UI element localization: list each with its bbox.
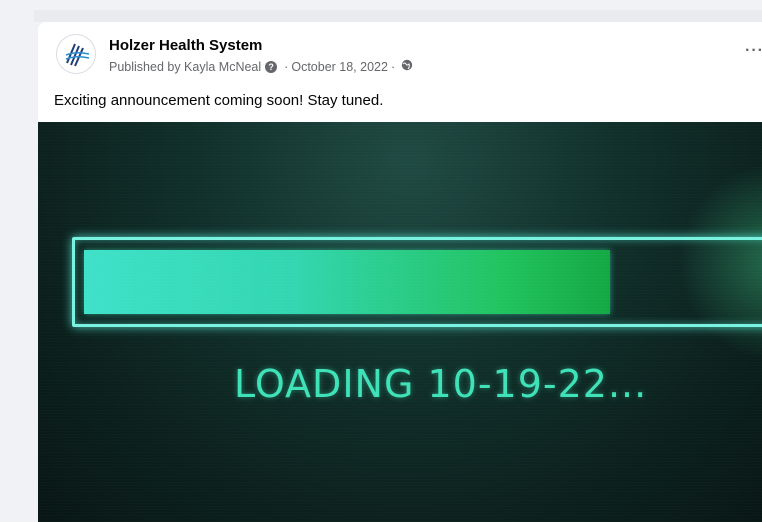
post-text: Exciting announcement coming soon! Stay … <box>54 92 384 109</box>
question-circle-icon[interactable]: ? <box>265 60 278 73</box>
page-name-link[interactable]: Holzer Health System <box>109 37 262 54</box>
post-meta: Published by Kayla McNeal ? · October 18… <box>109 59 413 74</box>
progress-bar-fill <box>84 250 610 314</box>
published-by-label[interactable]: Published by Kayla McNeal <box>109 60 261 74</box>
feed-divider <box>34 10 762 22</box>
more-options-button[interactable]: ··· <box>745 42 762 60</box>
post-card: Holzer Health System Published by Kayla … <box>38 22 762 522</box>
post-date-link[interactable]: October 18, 2022 <box>291 60 388 74</box>
meta-separator-2: · <box>390 59 396 74</box>
post-header: Holzer Health System Published by Kayla … <box>38 22 762 122</box>
globe-icon[interactable] <box>401 59 413 74</box>
page-avatar[interactable] <box>56 34 96 74</box>
loading-text: LOADING 10-19-22... <box>234 362 648 406</box>
post-image[interactable]: LOADING 10-19-22... <box>38 122 762 522</box>
meta-separator: · <box>284 59 289 74</box>
holzer-logo-icon <box>65 43 90 67</box>
progress-bar-track <box>84 250 762 314</box>
